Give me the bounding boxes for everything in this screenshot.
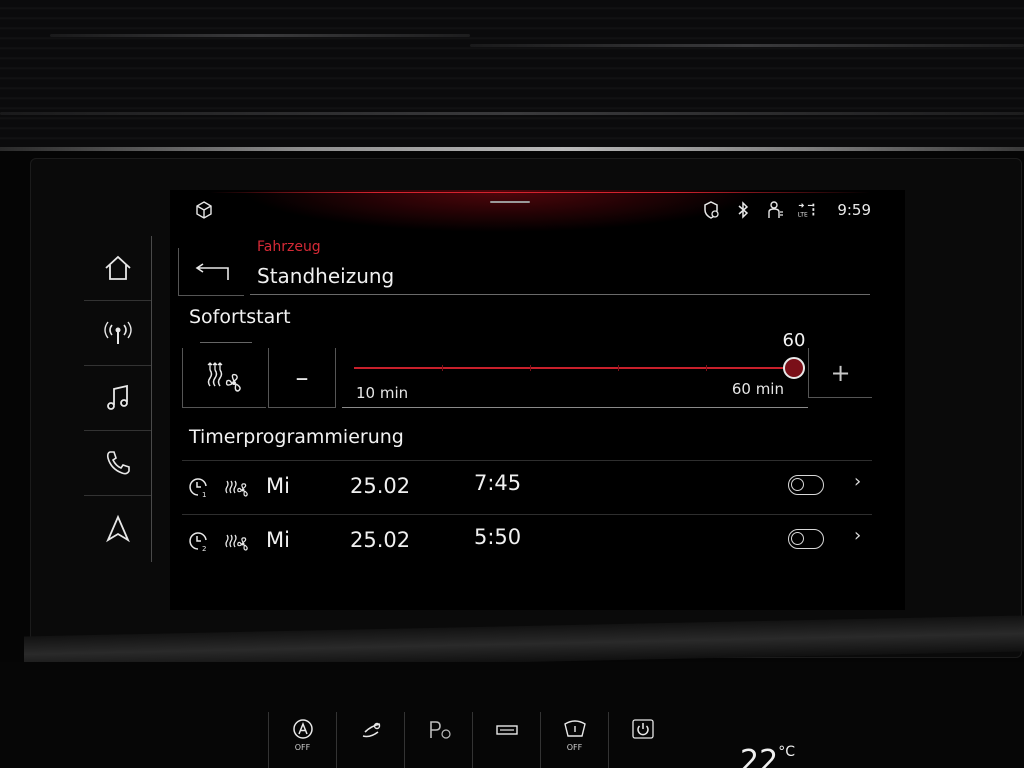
rear-defrost-icon — [495, 725, 518, 735]
timer-index: 2 — [202, 545, 206, 553]
rail-item-navigation[interactable] — [84, 496, 151, 561]
lte-signal-icon: LTE — [798, 203, 815, 218]
climate-rear-defrost-button[interactable] — [472, 712, 540, 768]
windshield-off-icon — [563, 720, 586, 737]
heater-fan-icon — [225, 480, 248, 497]
duration-slider[interactable]: 60 10 min 60 min — [342, 330, 808, 408]
slider-max-label: 60 min — [731, 380, 784, 398]
bluetooth-icon — [738, 201, 749, 219]
status-clock: 9:59 — [837, 201, 871, 219]
timer-day: Mi — [266, 528, 290, 552]
climate-power-button[interactable] — [608, 712, 676, 768]
status-bar: LTE 9:59 — [701, 200, 871, 220]
breadcrumb[interactable]: Fahrzeug — [257, 239, 321, 255]
slider-tick — [618, 365, 619, 371]
location-shield-icon — [704, 201, 719, 219]
pull-down-handle[interactable] — [490, 201, 530, 203]
sofortstart-controls: – 60 10 min 60 min + — [182, 330, 872, 410]
vent-slat — [0, 112, 1024, 115]
car-cube-icon[interactable] — [194, 200, 214, 220]
timer-toggle[interactable] — [788, 475, 824, 495]
chevron-right-icon[interactable]: › — [854, 471, 861, 492]
divider — [250, 294, 870, 295]
rail-item-radio[interactable] — [84, 301, 151, 366]
divider — [200, 342, 252, 343]
sofortstart-heater-button[interactable] — [182, 348, 266, 408]
slider-tick — [706, 365, 707, 371]
temperature-value: 22 — [740, 744, 779, 768]
button-sub-label: OFF — [294, 743, 311, 752]
timer-day: Mi — [266, 474, 290, 498]
slider-min-label: 10 min — [356, 384, 409, 402]
vent-slat — [50, 34, 470, 37]
person-icon — [768, 201, 784, 218]
timer-row-1[interactable]: 1 Mi 25.02 7:45 › — [182, 460, 872, 512]
power-icon — [631, 719, 654, 739]
lte-label: LTE — [798, 212, 808, 218]
climate-strip: OFF OFF — [268, 712, 676, 768]
timer-time: 5:50 — [474, 525, 522, 549]
heater-fan-icon — [207, 361, 241, 392]
chevron-right-icon[interactable]: › — [854, 525, 861, 546]
climate-park-heater-button[interactable] — [404, 712, 472, 768]
slider-tick — [442, 365, 443, 371]
timer-toggle[interactable] — [788, 529, 824, 549]
decrease-button[interactable]: – — [268, 348, 336, 408]
radio-antenna-icon — [103, 321, 132, 344]
timer-time: 7:45 — [474, 471, 522, 495]
park-heater-icon — [429, 721, 451, 739]
timer-index: 1 — [202, 491, 206, 499]
temperature-readout: 22°C — [740, 744, 795, 768]
back-button[interactable] — [178, 248, 244, 296]
slider-value: 60 — [782, 330, 806, 351]
timer-clock-icon: 1 — [189, 478, 207, 499]
timer-row-2[interactable]: 2 Mi 25.02 5:50 › — [182, 514, 872, 566]
slider-track — [354, 367, 794, 369]
page-title: Standheizung — [257, 264, 395, 288]
button-sub-label: OFF — [566, 743, 583, 752]
home-icon — [104, 255, 131, 280]
back-arrow-icon — [195, 262, 229, 280]
slider-tick — [530, 365, 531, 371]
phone-icon — [106, 451, 130, 475]
increase-button[interactable]: + — [808, 348, 872, 398]
heater-fan-icon — [225, 534, 248, 551]
auto-off-icon — [292, 719, 313, 739]
rail-item-media[interactable] — [84, 366, 151, 431]
music-note-icon — [106, 384, 128, 410]
main-menu-rail — [84, 236, 152, 562]
climate-seat-fan-button[interactable] — [336, 712, 404, 768]
chrome-trim — [0, 147, 1024, 151]
climate-auto-button[interactable]: OFF — [268, 712, 336, 768]
temperature-unit: °C — [778, 744, 795, 760]
vent-slat — [470, 44, 1024, 47]
mmi-display: LTE 9:59 Fahrzeug Standheizung Sofortsta… — [170, 190, 905, 610]
divider — [342, 407, 808, 408]
timer-date: 25.02 — [350, 474, 411, 498]
rail-item-home[interactable] — [84, 236, 151, 301]
rail-item-phone[interactable] — [84, 431, 151, 496]
timer-clock-icon: 2 — [189, 532, 207, 553]
navigation-arrow-icon — [105, 514, 130, 542]
slider-thumb[interactable] — [783, 357, 805, 379]
accent-line — [210, 192, 870, 193]
air-vent — [0, 0, 1024, 150]
timer-date: 25.02 — [350, 528, 411, 552]
section-title-sofortstart: Sofortstart — [189, 306, 291, 328]
section-title-timer: Timerprogrammierung — [189, 426, 404, 448]
seat-fan-icon — [362, 722, 380, 738]
climate-windshield-button[interactable]: OFF — [540, 712, 608, 768]
